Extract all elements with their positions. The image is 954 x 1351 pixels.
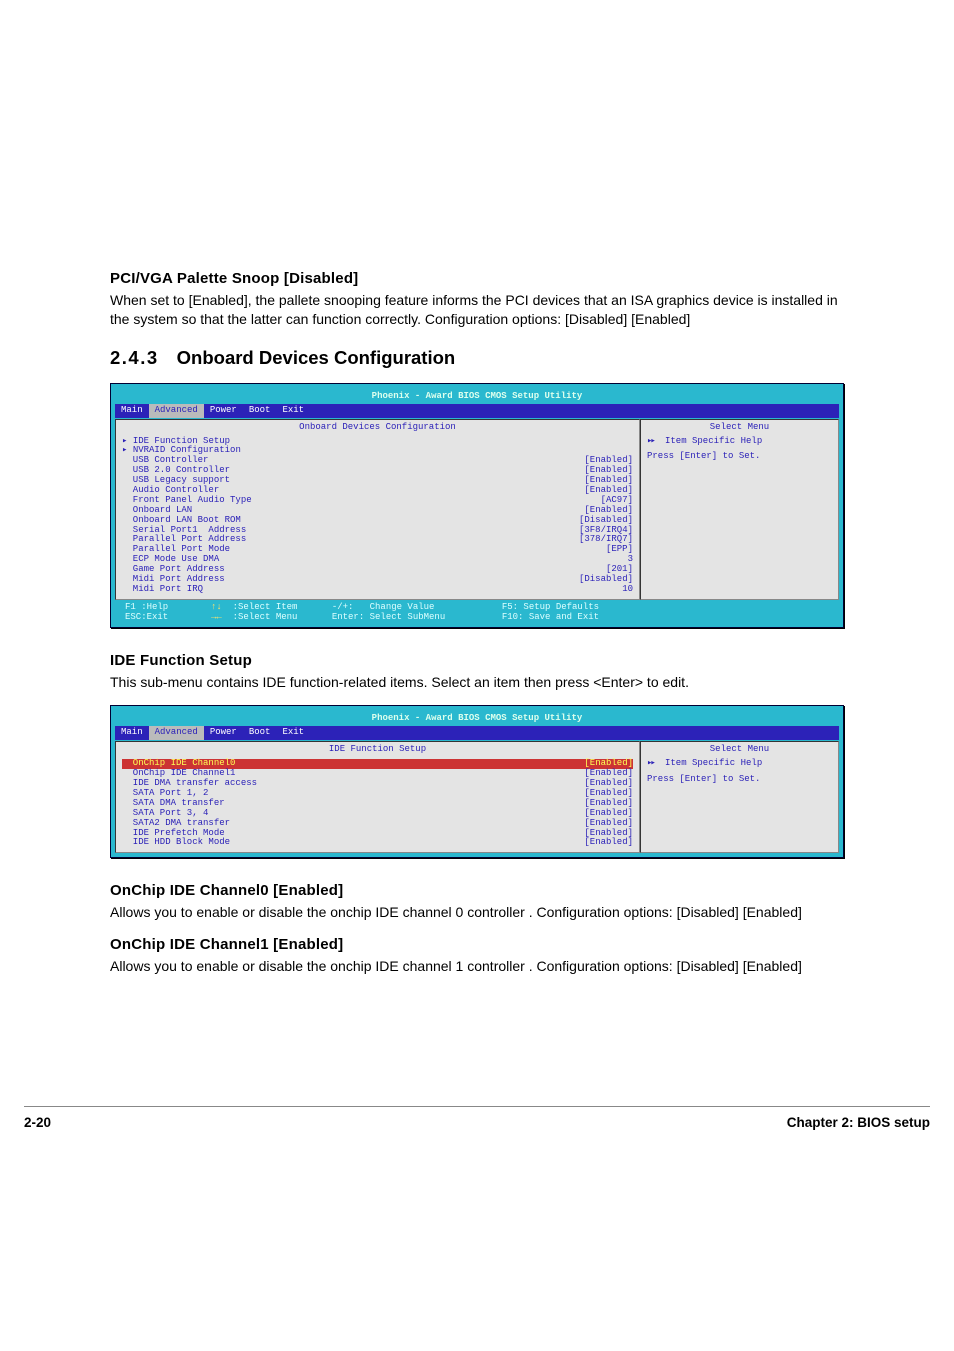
bios-tab-main[interactable]: Main: [115, 404, 149, 418]
para-pci: When set to [Enabled], the pallete snoop…: [110, 291, 844, 329]
foot-esc: ESC:Exit: [125, 613, 211, 623]
bios-tab-advanced[interactable]: Advanced: [149, 726, 204, 740]
bios-title: Phoenix - Award BIOS CMOS Setup Utility: [115, 388, 839, 404]
foot-lr: :Select Menu: [222, 613, 332, 623]
foot-enter: Enter: Select SubMenu: [332, 613, 502, 623]
bios-help-panel: Select Menu Item Specific Help Press [En…: [640, 419, 839, 600]
para-ch1: Allows you to enable or disable the onch…: [110, 957, 844, 976]
bios-item[interactable]: Midi Port IRQ10: [122, 585, 633, 595]
bios-help-header: Select Menu: [647, 423, 832, 433]
chapter-label: Chapter 2: BIOS setup: [787, 1115, 930, 1130]
bios-item[interactable]: Front Panel Audio Type[AC97]: [122, 496, 633, 506]
bios-tab-row[interactable]: MainAdvancedPowerBootExit: [115, 726, 839, 740]
section-title: Onboard Devices Configuration: [177, 347, 456, 368]
para-ch0: Allows you to enable or disable the onch…: [110, 903, 844, 922]
section-heading: 2.4.3 Onboard Devices Configuration: [110, 347, 844, 369]
ffwd-icon: [647, 759, 665, 769]
page-number: 2-20: [24, 1115, 51, 1130]
bios-tab-advanced[interactable]: Advanced: [149, 404, 204, 418]
help-text: Press [Enter] to Set.: [647, 452, 832, 462]
bios-title: Phoenix - Award BIOS CMOS Setup Utility: [115, 710, 839, 726]
bios-item[interactable]: IDE HDD Block Mode[Enabled]: [122, 838, 633, 848]
bios-tab-power[interactable]: Power: [204, 404, 243, 418]
heading-ch0: OnChip IDE Channel0 [Enabled]: [110, 882, 844, 899]
bios-help-header: Select Menu: [647, 745, 832, 755]
bios-tab-main[interactable]: Main: [115, 726, 149, 740]
bios-panel-onboard: Phoenix - Award BIOS CMOS Setup Utility …: [110, 383, 844, 628]
bios-tab-exit[interactable]: Exit: [276, 404, 310, 418]
bios-left-panel: IDE Function Setup OnChip IDE Channel0[E…: [115, 741, 640, 853]
bios-tab-exit[interactable]: Exit: [276, 726, 310, 740]
bios-tab-boot[interactable]: Boot: [243, 404, 277, 418]
help-level: Item Specific Help: [665, 437, 762, 447]
bios-tab-boot[interactable]: Boot: [243, 726, 277, 740]
bios-panel-ide: Phoenix - Award BIOS CMOS Setup Utility …: [110, 705, 844, 858]
bios-panel-header: IDE Function Setup: [122, 745, 633, 755]
help-level: Item Specific Help: [665, 759, 762, 769]
help-text: Press [Enter] to Set.: [647, 775, 832, 785]
bios-tab-row[interactable]: MainAdvancedPowerBootExit: [115, 404, 839, 418]
foot-f10: F10: Save and Exit: [502, 613, 599, 623]
bios-left-panel: Onboard Devices Configuration ▸ IDE Func…: [115, 419, 640, 600]
section-num: 2.4.3: [110, 347, 159, 368]
para-ide-setup: This sub-menu contains IDE function-rela…: [110, 673, 844, 692]
bios-panel-header: Onboard Devices Configuration: [122, 423, 633, 433]
page-footer: 2-20 Chapter 2: BIOS setup: [24, 1106, 930, 1130]
bios-tab-power[interactable]: Power: [204, 726, 243, 740]
bios-help-panel: Select Menu Item Specific Help Press [En…: [640, 741, 839, 853]
heading-ide-setup: IDE Function Setup: [110, 652, 844, 669]
bios-footer: F1 :Help :Select Item -/+: Change Value …: [115, 600, 839, 627]
lr-icon: [211, 613, 222, 623]
heading-ch1: OnChip IDE Channel1 [Enabled]: [110, 936, 844, 953]
ffwd-icon: [647, 437, 665, 447]
heading-pci: PCI/VGA Palette Snoop [Disabled]: [110, 270, 844, 287]
